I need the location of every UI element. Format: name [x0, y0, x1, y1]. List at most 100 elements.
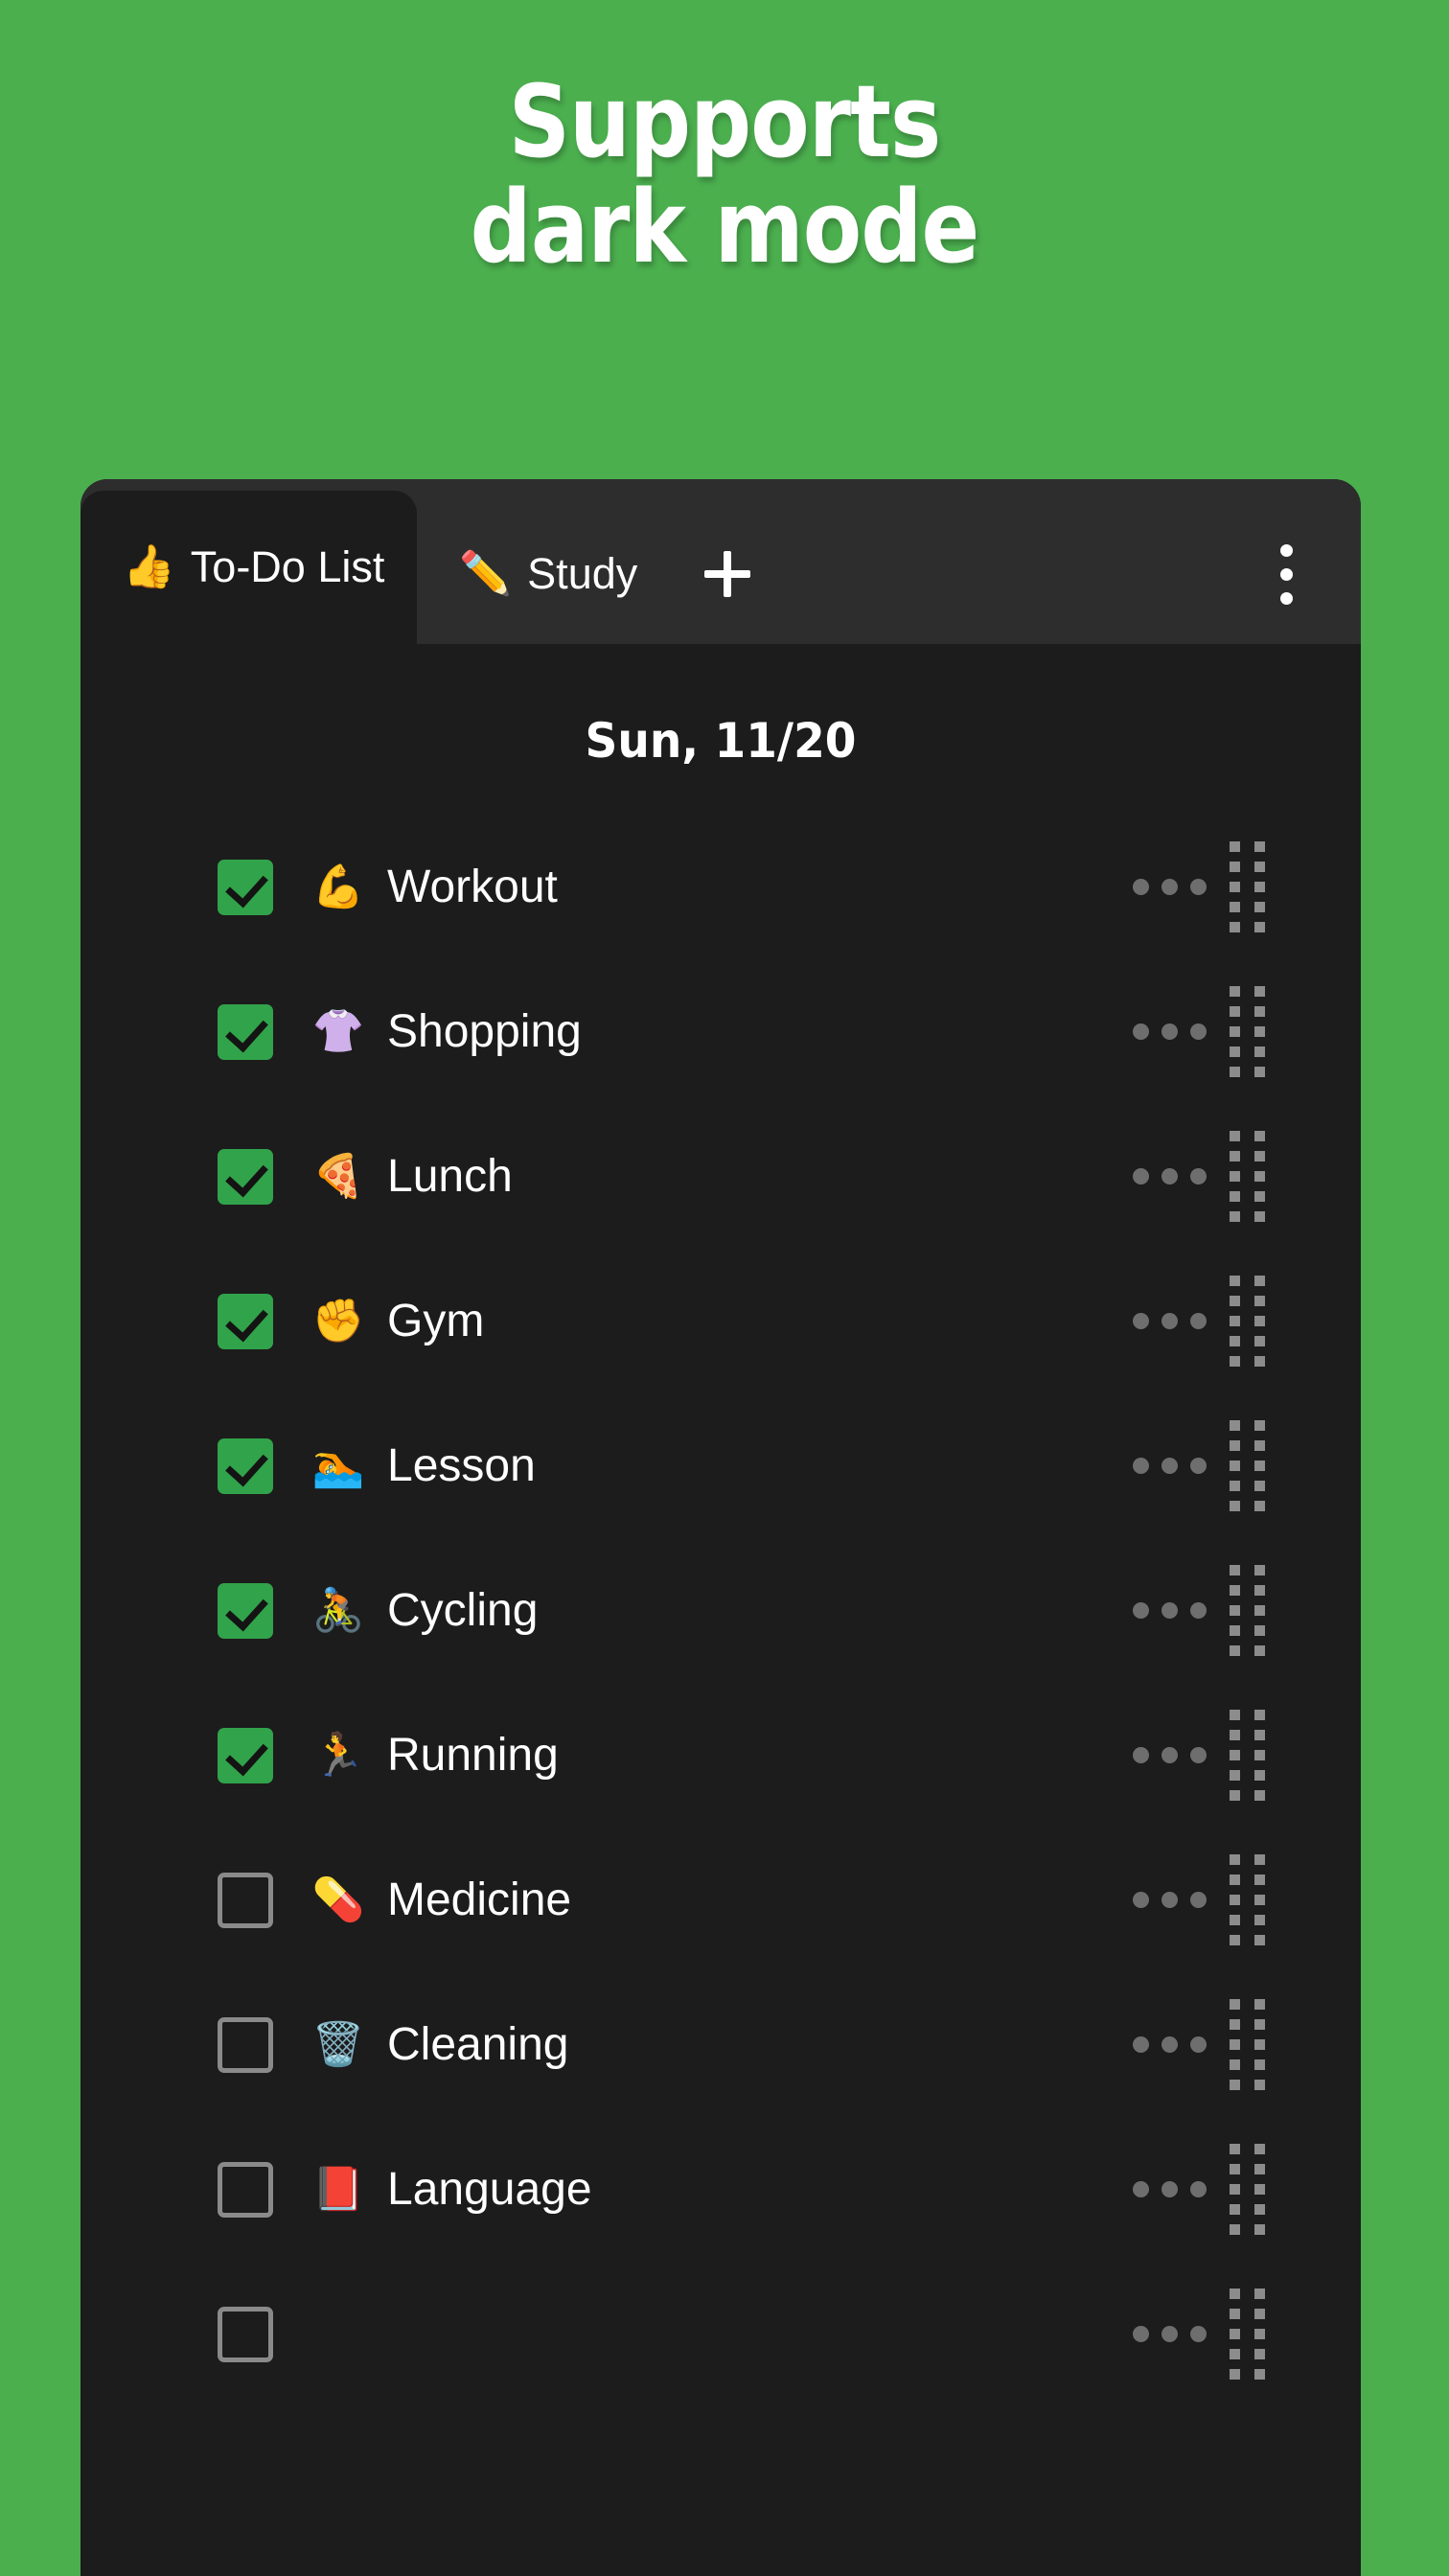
ellipsis-dot-icon	[1161, 2326, 1178, 2342]
tab-study[interactable]: ✏️ Study	[417, 504, 670, 644]
task-drag-handle[interactable]	[1215, 1420, 1278, 1511]
task-drag-handle[interactable]	[1215, 986, 1278, 1077]
task-more-button[interactable]	[1123, 1892, 1215, 1908]
ellipsis-dot-icon	[1161, 879, 1178, 895]
task-more-button[interactable]	[1123, 1168, 1215, 1184]
task-row[interactable]: 🚴 Cycling	[80, 1538, 1361, 1683]
task-more-button[interactable]	[1123, 1602, 1215, 1619]
drag-handle-icon	[1229, 2288, 1265, 2380]
task-row[interactable]: ✊ Gym	[80, 1249, 1361, 1393]
ellipsis-dot-icon	[1161, 2181, 1178, 2197]
task-row[interactable]: 💊 Medicine	[80, 1828, 1361, 1972]
ellipsis-dot-icon	[1189, 1602, 1207, 1619]
task-emoji-icon: 🚴	[311, 1586, 365, 1634]
checkbox-unchecked[interactable]	[218, 2161, 273, 2218]
kebab-dot-icon	[1279, 591, 1293, 605]
task-row[interactable]: 🏃 Running	[80, 1683, 1361, 1828]
ellipsis-dot-icon	[1132, 1747, 1149, 1763]
checkbox-unchecked[interactable]	[218, 1872, 273, 1928]
task-label: Gym	[387, 1296, 485, 1346]
tab-to-do-list-label: To-Do List	[190, 542, 385, 591]
tab-to-do-list[interactable]: 👍 To-Do List	[80, 491, 418, 644]
task-emoji-icon: 🗑️	[311, 2020, 365, 2068]
plus-icon-vertical	[724, 551, 732, 597]
add-tab-button[interactable]	[670, 504, 785, 644]
task-row[interactable]: 📕 Language	[80, 2117, 1361, 2262]
task-row[interactable]: 🏊 Lesson	[80, 1393, 1361, 1538]
drag-handle-icon	[1229, 841, 1265, 932]
ellipsis-dot-icon	[1161, 2036, 1178, 2053]
ellipsis-dot-icon	[1189, 1313, 1207, 1329]
ellipsis-dot-icon	[1132, 879, 1149, 895]
drag-handle-icon	[1229, 1276, 1265, 1367]
ellipsis-dot-icon	[1132, 2036, 1149, 2053]
task-drag-handle[interactable]	[1215, 1131, 1278, 1222]
ellipsis-dot-icon	[1161, 1168, 1178, 1184]
app-screenshot-card: 👍 To-Do List ✏️ Study Sun, 11/20 💪 Workou…	[80, 479, 1361, 2576]
drag-handle-icon	[1229, 1854, 1265, 1945]
ellipsis-dot-icon	[1189, 1892, 1207, 1908]
headline-line-1: Supports	[508, 63, 942, 180]
task-more-button[interactable]	[1123, 1024, 1215, 1040]
task-list: 💪 Workout 👚 Shopping 🍕 Lunch ✊ Gym 🏊 Lesson 🚴 Cycli…	[80, 815, 1361, 2406]
task-drag-handle[interactable]	[1215, 2288, 1278, 2380]
checkbox-checked[interactable]	[218, 1293, 273, 1349]
checkbox-checked[interactable]	[218, 1582, 273, 1639]
task-more-button[interactable]	[1123, 1458, 1215, 1474]
task-more-button[interactable]	[1123, 879, 1215, 895]
task-row[interactable]: 👚 Shopping	[80, 959, 1361, 1104]
task-label: Workout	[387, 862, 558, 912]
task-more-button[interactable]	[1123, 1747, 1215, 1763]
task-emoji-icon: 🍕	[311, 1152, 365, 1200]
ellipsis-dot-icon	[1132, 2181, 1149, 2197]
task-more-button[interactable]	[1123, 1313, 1215, 1329]
task-drag-handle[interactable]	[1215, 1565, 1278, 1656]
task-drag-handle[interactable]	[1215, 1276, 1278, 1367]
task-label: Running	[387, 1730, 559, 1781]
task-label: Medicine	[387, 1874, 572, 1925]
task-drag-handle[interactable]	[1215, 1999, 1278, 2090]
task-emoji-icon: 💊	[311, 1875, 365, 1923]
task-label: Cleaning	[387, 2019, 569, 2070]
task-drag-handle[interactable]	[1215, 1710, 1278, 1801]
drag-handle-icon	[1229, 1565, 1265, 1656]
task-row[interactable]: 🗑️ Cleaning	[80, 1972, 1361, 2117]
tab-bar: 👍 To-Do List ✏️ Study	[80, 479, 1361, 644]
checkbox-checked[interactable]	[218, 859, 273, 915]
task-drag-handle[interactable]	[1215, 1854, 1278, 1945]
task-row[interactable]	[80, 2262, 1361, 2406]
ellipsis-dot-icon	[1161, 1892, 1178, 1908]
task-emoji-icon: 🏊	[311, 1441, 365, 1489]
kebab-dot-icon	[1279, 567, 1293, 581]
checkbox-checked[interactable]	[218, 1727, 273, 1783]
checkbox-checked[interactable]	[218, 1438, 273, 1494]
ellipsis-dot-icon	[1161, 1747, 1178, 1763]
task-label: Cycling	[387, 1585, 539, 1636]
ellipsis-dot-icon	[1161, 1458, 1178, 1474]
checkbox-unchecked[interactable]	[218, 2016, 273, 2073]
checkbox-checked[interactable]	[218, 1148, 273, 1205]
pencil-icon: ✏️	[459, 550, 513, 597]
promo-headline: Supports dark mode	[102, 0, 1347, 281]
task-drag-handle[interactable]	[1215, 2144, 1278, 2235]
drag-handle-icon	[1229, 1710, 1265, 1801]
ellipsis-dot-icon	[1132, 1168, 1149, 1184]
ellipsis-dot-icon	[1161, 1313, 1178, 1329]
checkbox-unchecked[interactable]	[218, 2306, 273, 2362]
drag-handle-icon	[1229, 986, 1265, 1077]
task-row[interactable]: 💪 Workout	[80, 815, 1361, 959]
date-header: Sun, 11/20	[585, 713, 857, 769]
ellipsis-dot-icon	[1132, 2326, 1149, 2342]
overflow-menu-button[interactable]	[1229, 504, 1344, 644]
task-label: Shopping	[387, 1006, 582, 1057]
ellipsis-dot-icon	[1189, 1458, 1207, 1474]
task-more-button[interactable]	[1123, 2036, 1215, 2053]
task-drag-handle[interactable]	[1215, 841, 1278, 932]
ellipsis-dot-icon	[1189, 2036, 1207, 2053]
task-more-button[interactable]	[1123, 2326, 1215, 2342]
ellipsis-dot-icon	[1161, 1602, 1178, 1619]
task-row[interactable]: 🍕 Lunch	[80, 1104, 1361, 1249]
drag-handle-icon	[1229, 1131, 1265, 1222]
task-more-button[interactable]	[1123, 2181, 1215, 2197]
checkbox-checked[interactable]	[218, 1003, 273, 1060]
